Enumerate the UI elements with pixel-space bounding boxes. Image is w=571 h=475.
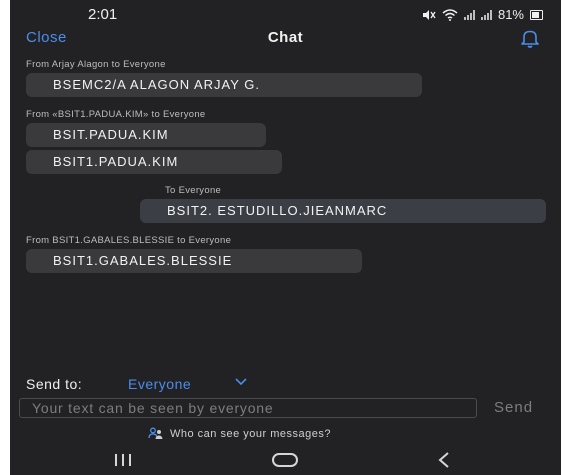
message-sender: From Arjay Alagon to Everyone xyxy=(26,59,166,70)
status-icons: 81% xyxy=(422,7,543,22)
battery-percent: 81% xyxy=(497,7,524,22)
signal-icon xyxy=(480,9,492,20)
chevron-down-icon[interactable] xyxy=(234,376,248,388)
message-input[interactable] xyxy=(19,398,477,418)
message-sender: To Everyone xyxy=(165,185,222,196)
page-title: Chat xyxy=(267,29,304,46)
message-bubble[interactable]: BSIT1.GABALES.BLESSIE xyxy=(26,249,362,273)
message-bubble[interactable]: BSIT2. ESTUDILLO.JIEANMARC xyxy=(140,199,546,223)
message-sender: From BSIT1.GABALES.BLESSIE to Everyone xyxy=(26,235,232,246)
send-to-label: Send to: xyxy=(26,376,83,392)
back-icon[interactable] xyxy=(434,451,454,469)
who-can-see-text: Who can see your messages? xyxy=(170,427,331,440)
status-bar: 2:01 81% xyxy=(10,0,561,28)
message-sender: From «BSIT1.PADUA.KIM» to Everyone xyxy=(26,109,206,120)
battery-icon xyxy=(530,9,543,20)
chat-header: Close Chat xyxy=(10,26,561,52)
wifi-icon xyxy=(442,8,458,21)
who-can-see-link[interactable]: Who can see your messages? xyxy=(148,427,331,440)
message-bubble[interactable]: BSEMC2/A ALAGON ARJAY G. xyxy=(26,73,422,97)
send-to-dropdown[interactable]: Everyone xyxy=(128,376,191,392)
message-bubble[interactable]: BSIT1.PADUA.KIM xyxy=(26,150,282,174)
bell-icon[interactable] xyxy=(519,27,541,49)
home-icon[interactable] xyxy=(270,451,300,469)
message-bubble[interactable]: BSIT.PADUA.KIM xyxy=(26,123,266,147)
status-time: 2:01 xyxy=(88,6,118,23)
recent-apps-icon[interactable] xyxy=(110,451,136,469)
signal-icon xyxy=(463,9,475,20)
navigation-bar xyxy=(10,447,561,475)
people-icon xyxy=(148,427,163,439)
send-button[interactable]: Send xyxy=(494,399,533,416)
mute-icon xyxy=(422,9,436,20)
phone-screen: 2:01 81% Close Chat From Arjay Alagon to… xyxy=(10,0,561,475)
